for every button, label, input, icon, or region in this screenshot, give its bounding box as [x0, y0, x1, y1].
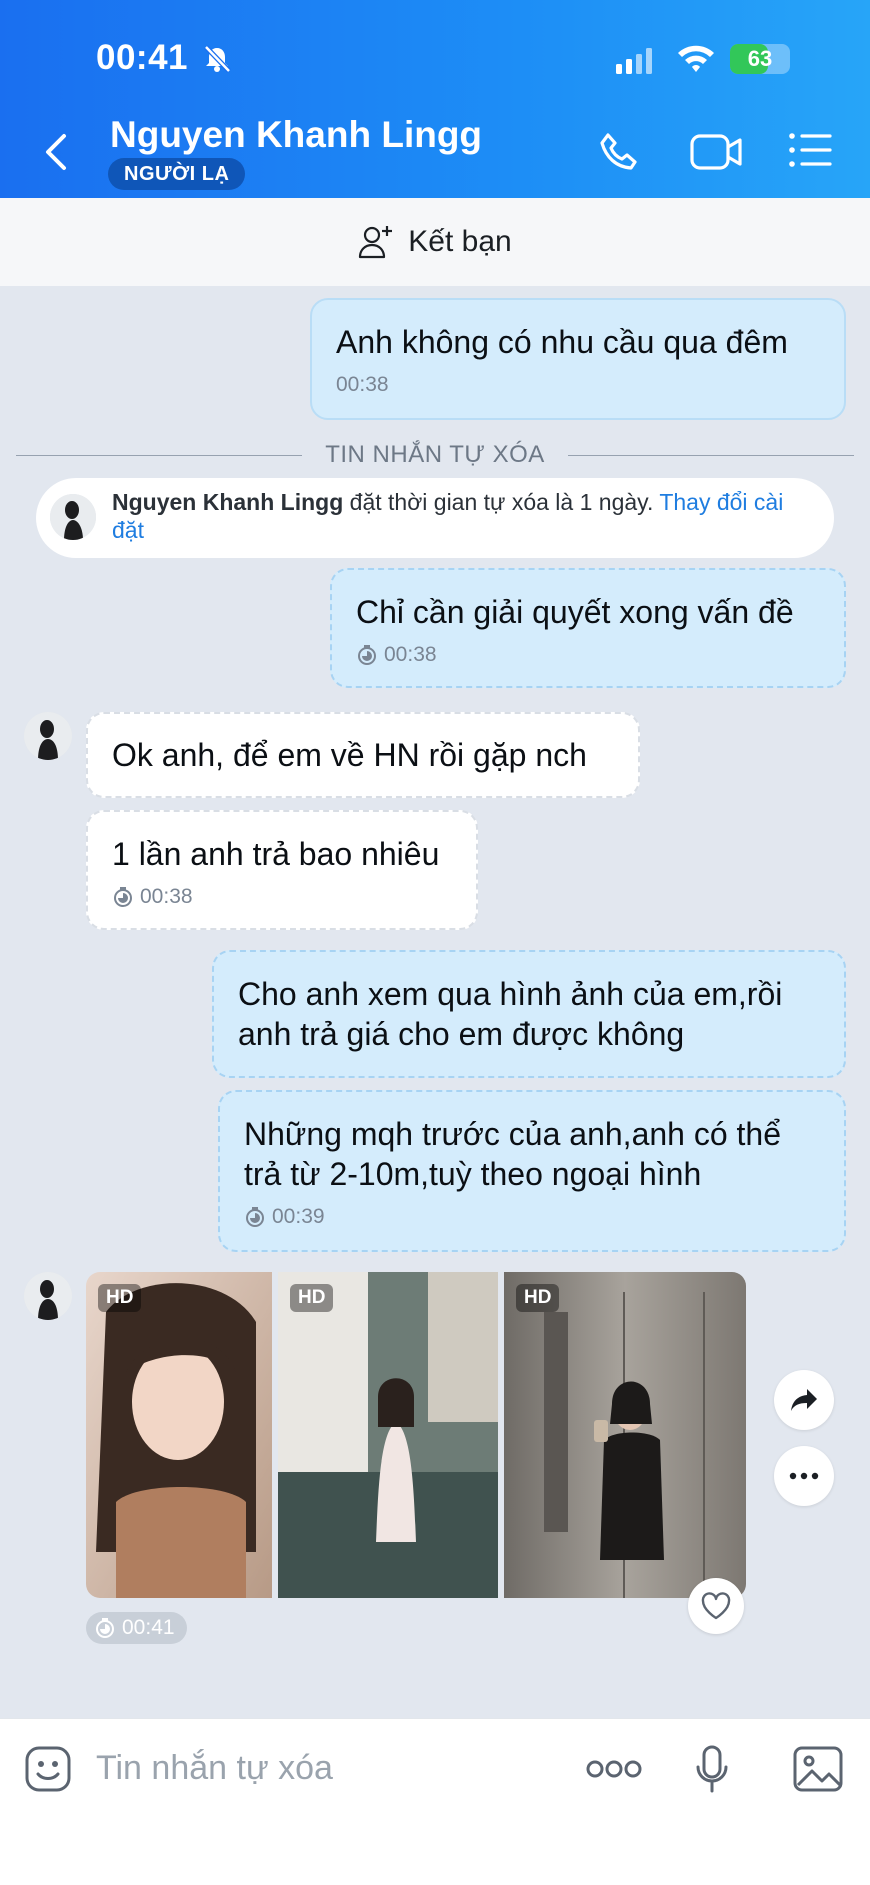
bell-muted-icon [204, 45, 231, 73]
avatar [50, 494, 96, 540]
message-received[interactable]: 1 lần anh trả bao nhiêu 00:38 [86, 810, 478, 930]
message-sent[interactable]: Cho anh xem qua hình ảnh của em,rồi anh … [212, 950, 846, 1078]
message-text: Anh không có nhu cầu qua đêm [336, 324, 788, 360]
elevator-photo [504, 1272, 746, 1598]
forward-arrow-icon [791, 1389, 817, 1411]
cellular-signal-icon [616, 48, 652, 74]
hd-badge: HD [516, 1284, 560, 1312]
message-text: 1 lần anh trả bao nhiêu [112, 836, 440, 872]
sticker-icon[interactable] [24, 1745, 72, 1793]
photo-time-pill: 00:41 [86, 1612, 187, 1644]
selfie-photo [86, 1272, 272, 1598]
more-dots-icon [789, 1472, 819, 1480]
timer-icon [114, 887, 132, 907]
forward-button[interactable] [774, 1370, 834, 1430]
message-sent[interactable]: Chỉ cần giải quyết xong vấn đề 00:38 [330, 568, 846, 688]
heart-icon [701, 1592, 731, 1620]
microphone-icon[interactable] [694, 1745, 730, 1795]
message-sent[interactable]: Những mqh trước của anh,anh có thể trả t… [218, 1090, 846, 1252]
photo-thumbnail[interactable]: HD [504, 1272, 746, 1598]
contact-avatar[interactable] [24, 1272, 72, 1320]
standing-photo [278, 1272, 498, 1598]
message-time: 00:38 [384, 643, 437, 666]
message-received[interactable]: Ok anh, để em về HN rồi gặp nch [86, 712, 640, 798]
image-gallery-icon[interactable] [792, 1745, 844, 1793]
contact-avatar[interactable] [24, 712, 72, 760]
system-notice: Nguyen Khanh Lingg đặt thời gian tự xóa … [36, 478, 834, 558]
message-text: Cho anh xem qua hình ảnh của em,rồi anh … [238, 976, 783, 1052]
react-heart-button[interactable] [688, 1578, 744, 1634]
message-time: 00:38 [140, 885, 193, 908]
video-call-icon[interactable] [690, 130, 744, 174]
stranger-badge: NGƯỜI LẠ [108, 158, 246, 190]
notice-name: Nguyen Khanh Lingg [112, 489, 344, 515]
battery-percent: 63 [747, 46, 773, 71]
hd-badge: HD [98, 1284, 142, 1312]
photo-thumbnail[interactable]: HD [278, 1272, 498, 1598]
self-destruct-divider: TIN NHẮN TỰ XÓA [16, 440, 854, 470]
photo-thumbnail[interactable]: HD [86, 1272, 272, 1598]
add-friend-button[interactable]: Kết bạn [0, 198, 870, 286]
message-text: Những mqh trước của anh,anh có thể trả t… [244, 1116, 782, 1192]
more-options-button[interactable] [774, 1446, 834, 1506]
message-text: Ok anh, để em về HN rồi gặp nch [112, 737, 587, 773]
divider-label: TIN NHẮN TỰ XÓA [325, 441, 545, 468]
message-composer: Tin nhắn tự xóa [0, 1718, 870, 1885]
message-time: 00:38 [336, 373, 389, 396]
add-friend-icon [359, 226, 393, 259]
phone-call-icon[interactable] [596, 130, 644, 178]
hd-badge: HD [290, 1284, 334, 1312]
notice-text: đặt thời gian tự xóa là 1 ngày. [343, 489, 660, 515]
message-sent[interactable]: Anh không có nhu cầu qua đêm 00:38 [310, 298, 846, 420]
timer-icon [246, 1207, 264, 1227]
message-text: Chỉ cần giải quyết xong vấn đề [356, 594, 794, 630]
photo-time: 00:41 [122, 1616, 175, 1639]
status-time: 00:41 [96, 38, 189, 77]
battery-indicator: 63 [730, 44, 790, 74]
chat-header: 00:41 63 Nguyen Khanh Lingg NGƯỜI LẠ [0, 0, 870, 198]
timer-icon [358, 645, 376, 665]
timer-icon [96, 1618, 114, 1638]
message-input[interactable]: Tin nhắn tự xóa [96, 1749, 333, 1788]
add-friend-label: Kết bạn [408, 225, 512, 258]
wifi-icon [678, 45, 714, 72]
more-dots-icon[interactable] [586, 1759, 642, 1779]
message-time: 00:39 [272, 1205, 325, 1228]
contact-name[interactable]: Nguyen Khanh Lingg [110, 114, 482, 156]
back-arrow-icon[interactable] [42, 132, 72, 172]
menu-list-icon[interactable] [788, 130, 832, 170]
